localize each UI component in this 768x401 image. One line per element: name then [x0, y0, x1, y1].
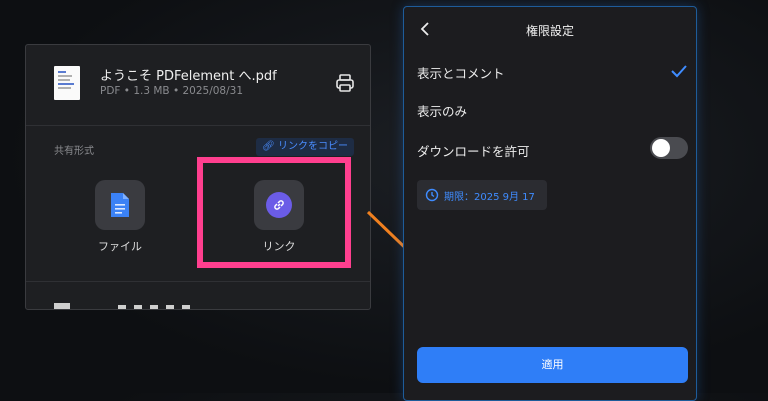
share-option-file[interactable]: ファイル [90, 180, 150, 254]
divider [26, 125, 370, 126]
download-label: ダウンロードを許可 [417, 144, 530, 159]
toggle-knob [652, 139, 670, 157]
download-row: ダウンロードを許可 [417, 137, 688, 161]
share-format-label: 共有形式 [54, 146, 94, 157]
link-icon: 🔗︎ [262, 141, 275, 152]
expiry-label: 期限：2025 9月 17 [444, 191, 535, 203]
copy-link-button[interactable]: 🔗︎ リンクをコピー [256, 138, 354, 156]
pdf-thumbnail [54, 66, 80, 100]
file-icon [111, 193, 129, 217]
partial-row-glyphs [54, 303, 190, 309]
copy-link-label: リンクをコピー [278, 141, 348, 152]
expiry-date-button[interactable]: 期限：2025 9月 17 [417, 180, 547, 210]
permission-label: 表示のみ [417, 104, 468, 119]
file-option-label: ファイル [98, 240, 142, 253]
check-icon [671, 65, 687, 78]
print-button[interactable] [334, 72, 356, 94]
page-title: 権限設定 [525, 24, 574, 38]
permission-view-comment[interactable]: 表示とコメント [417, 63, 688, 83]
file-row: ようこそ PDFelement へ.pdf PDF • 1.3 MB • 202… [54, 63, 356, 107]
apply-button[interactable]: 適用 [417, 347, 688, 383]
file-meta: PDF • 1.3 MB • 2025/08/31 [100, 85, 244, 97]
divider [26, 281, 370, 282]
file-option-tile [95, 180, 145, 230]
clock-icon [425, 188, 439, 202]
permission-view-only[interactable]: 表示のみ [417, 101, 688, 121]
highlight-box [197, 157, 351, 268]
permissions-panel: 権限設定 表示とコメント 表示のみ ダウンロードを許可 期限：2025 9月 1… [403, 6, 697, 401]
download-toggle[interactable] [650, 137, 688, 159]
file-name: ようこそ PDFelement へ.pdf [100, 69, 277, 84]
permission-label: 表示とコメント [417, 66, 505, 81]
printer-icon [336, 74, 354, 92]
